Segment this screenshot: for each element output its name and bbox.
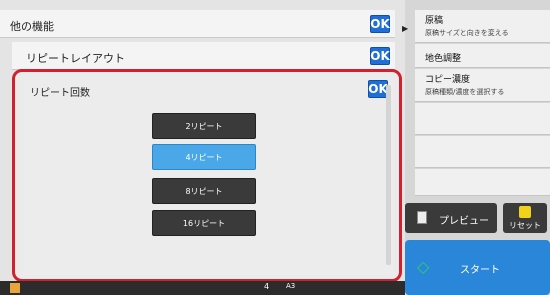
start-button[interactable]: ◇ スタート <box>405 240 550 295</box>
item-subtitle: 原稿サイズと向きを変える <box>425 29 509 37</box>
preview-icon <box>417 211 427 224</box>
settings-row-repeat-layout[interactable]: リピートレイアウト OK <box>12 42 395 70</box>
repeat-option-16[interactable]: 16リピート <box>152 210 256 236</box>
preview-label: プレビュー <box>439 216 489 227</box>
dialog-content <box>24 77 394 275</box>
item-subtitle: 原稿種類/濃度を選択する <box>425 88 505 96</box>
dialog-scrollbar[interactable] <box>386 85 391 265</box>
reset-icon <box>519 206 531 218</box>
row-label: リピートレイアウト <box>26 52 125 65</box>
start-label: スタート <box>460 265 500 276</box>
dialog-title: リピート回数 <box>30 88 90 99</box>
paper-size: A3 <box>286 282 296 290</box>
dialog-ok-button[interactable]: OK <box>368 80 388 98</box>
item-title: 地色調整 <box>425 54 462 64</box>
row-label: 他の機能 <box>10 20 54 33</box>
right-item-empty-2 <box>415 136 550 168</box>
ok-button[interactable]: OK <box>370 15 390 33</box>
status-strip: 4 A3 <box>0 281 405 295</box>
right-item-empty-1 <box>415 103 550 135</box>
home-icon[interactable] <box>10 283 20 293</box>
reset-button[interactable]: リセット <box>503 203 547 233</box>
start-icon: ◇ <box>417 257 430 276</box>
item-title: コピー濃度 <box>425 75 471 85</box>
preview-button[interactable]: プレビュー <box>405 203 497 233</box>
repeat-option-8[interactable]: 8リピート <box>152 178 256 204</box>
settings-row-other-functions[interactable]: 他の機能 OK <box>0 10 395 38</box>
repeat-option-2[interactable]: 2リピート <box>152 113 256 139</box>
expand-arrow-icon[interactable]: ▶ <box>402 24 412 34</box>
item-title: 原稿 <box>425 16 444 26</box>
right-item-original[interactable]: 原稿 原稿サイズと向きを変える <box>415 10 550 43</box>
reset-label: リセット <box>509 221 541 230</box>
right-item-empty-3 <box>415 169 550 196</box>
page-number: 4 <box>264 282 270 291</box>
right-item-copy-density[interactable]: コピー濃度 原稿種類/濃度を選択する <box>415 69 550 102</box>
right-item-background-adjust[interactable]: 地色調整 <box>415 44 550 68</box>
ok-button[interactable]: OK <box>370 47 390 65</box>
repeat-option-4[interactable]: 4リピート <box>152 144 256 170</box>
